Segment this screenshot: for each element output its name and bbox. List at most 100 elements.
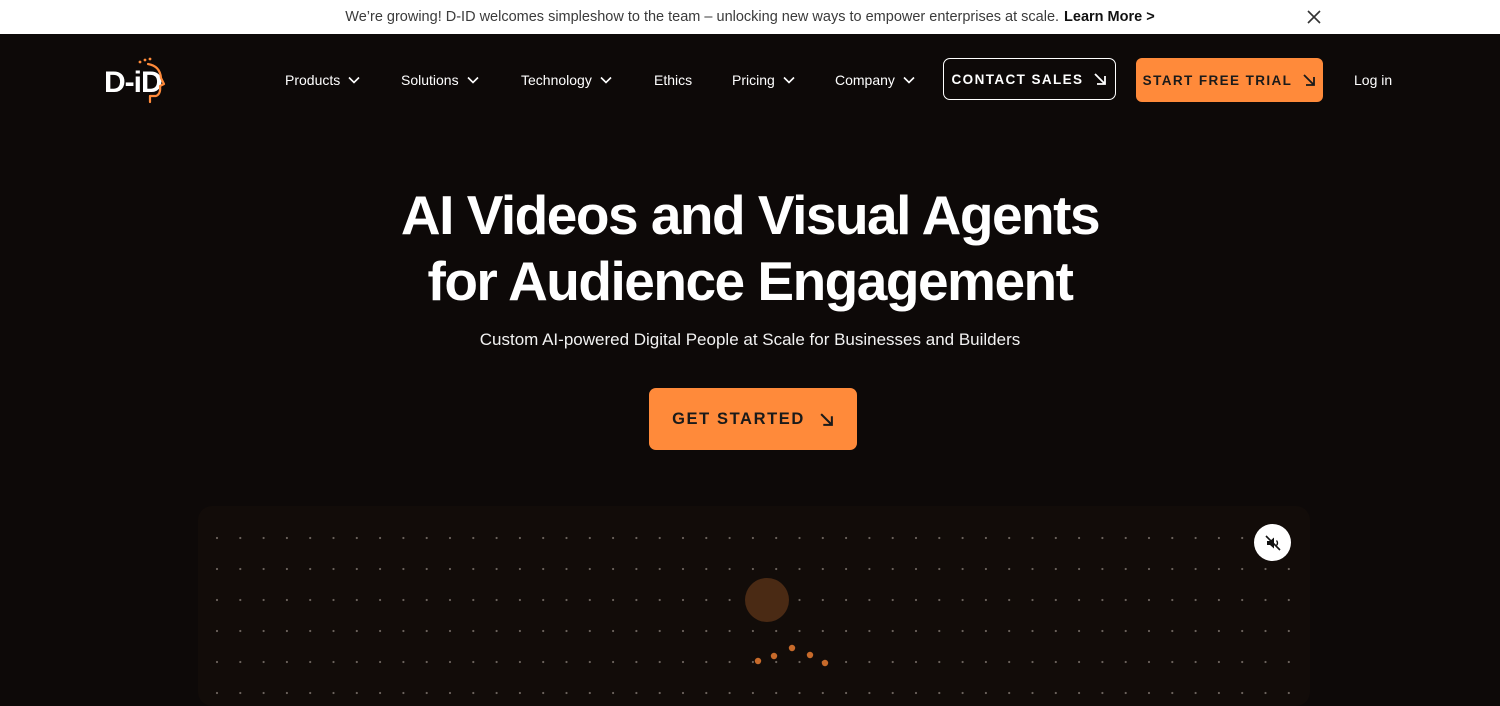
grid-dot [1264, 598, 1267, 602]
nav-ethics[interactable]: Ethics [654, 72, 692, 88]
grid-dot [1054, 660, 1057, 664]
get-started-button[interactable]: GET STARTED [649, 388, 857, 450]
grid-dot [1031, 691, 1034, 695]
grid-dot [891, 567, 894, 571]
nav-pricing[interactable]: Pricing [732, 72, 795, 88]
grid-dot [891, 660, 894, 664]
grid-dot [914, 567, 918, 571]
video-panel[interactable] [198, 506, 1310, 706]
grid-dot [821, 567, 824, 571]
grid-dot [868, 691, 871, 695]
grid-dot [1264, 660, 1267, 664]
grid-dot [775, 567, 778, 571]
grid-dot [402, 691, 405, 695]
grid-dot [1147, 536, 1151, 540]
grid-dot [635, 567, 638, 571]
grid-dot [681, 660, 685, 664]
grid-dot [1147, 629, 1151, 633]
close-icon[interactable] [1304, 7, 1324, 27]
grid-dot [658, 567, 661, 571]
arrow-down-right-icon [1303, 74, 1316, 86]
nav-technology[interactable]: Technology [521, 72, 612, 88]
grid-dot [984, 691, 988, 695]
grid-dot [751, 567, 755, 571]
grid-dot [868, 660, 871, 664]
chevron-down-icon [903, 76, 915, 84]
chevron-down-icon [348, 76, 360, 84]
start-free-trial-label: START FREE TRIAL [1142, 72, 1293, 88]
grid-dot [728, 660, 731, 664]
grid-dot [1217, 629, 1220, 633]
grid-dot [751, 629, 755, 633]
grid-dot [1147, 660, 1151, 664]
contact-sales-button[interactable]: CONTACT SALES [943, 58, 1116, 100]
grid-dot [262, 629, 265, 633]
grid-dot [309, 598, 312, 602]
grid-dot [588, 629, 591, 633]
start-free-trial-button[interactable]: START FREE TRIAL [1136, 58, 1323, 102]
grid-dot [914, 536, 918, 540]
grid-dot [425, 598, 428, 602]
grid-dot [472, 536, 475, 540]
d-id-logo[interactable]: D-iD [104, 56, 166, 106]
grid-dot [798, 536, 801, 540]
grid-dot [1031, 629, 1034, 633]
grid-dot [1241, 629, 1244, 633]
grid-dot [1194, 567, 1197, 571]
grid-dot [821, 691, 824, 695]
grid-dot [845, 629, 848, 633]
grid-dot [1287, 598, 1290, 602]
grid-dot [845, 598, 848, 602]
grid-dot [262, 536, 265, 540]
grid-dot [1054, 567, 1057, 571]
speaker-muted-icon [1264, 534, 1281, 551]
grid-dot [938, 691, 941, 695]
grid-dot [705, 660, 708, 664]
grid-dot [891, 691, 894, 695]
grid-dot [285, 536, 288, 540]
grid-dot [402, 567, 405, 571]
grid-dot [751, 536, 755, 540]
grid-dot [961, 629, 964, 633]
nav-solutions[interactable]: Solutions [401, 72, 479, 88]
grid-dot [309, 567, 312, 571]
grid-dot [379, 567, 382, 571]
grid-dot [448, 567, 452, 571]
grid-dot [845, 536, 848, 540]
grid-dot [961, 598, 964, 602]
grid-dot [355, 660, 358, 664]
mute-toggle-button[interactable] [1254, 524, 1291, 561]
grid-dot [845, 567, 848, 571]
login-link[interactable]: Log in [1354, 72, 1392, 88]
hero-title-line1: AI Videos and Visual Agents [400, 184, 1101, 246]
grid-dot [239, 598, 242, 602]
grid-dot [402, 598, 405, 602]
grid-dot [728, 567, 731, 571]
grid-dot [845, 691, 848, 695]
grid-dot [798, 660, 801, 664]
agent-loader-dot [788, 644, 796, 652]
grid-dot [332, 598, 335, 602]
grid-dot [448, 598, 452, 602]
grid-dot [1008, 567, 1011, 571]
grid-dot [1078, 598, 1081, 602]
grid-dot [868, 567, 871, 571]
grid-dot [1287, 691, 1290, 695]
grid-dot [239, 660, 242, 664]
nav-products[interactable]: Products [285, 72, 360, 88]
grid-dot [798, 629, 801, 633]
learn-more-link[interactable]: Learn More > [1064, 9, 1155, 25]
grid-dot [1241, 691, 1244, 695]
grid-dot [1008, 660, 1011, 664]
nav-company[interactable]: Company [835, 72, 915, 88]
grid-dot [612, 660, 615, 664]
grid-dot [425, 691, 428, 695]
grid-dot [1101, 536, 1104, 540]
grid-dot [612, 567, 615, 571]
grid-dot [1054, 691, 1057, 695]
grid-dot [1171, 567, 1174, 571]
grid-dot [425, 629, 428, 633]
grid-dot [262, 691, 265, 695]
grid-dot [355, 536, 358, 540]
nav-technology-label: Technology [521, 72, 592, 88]
